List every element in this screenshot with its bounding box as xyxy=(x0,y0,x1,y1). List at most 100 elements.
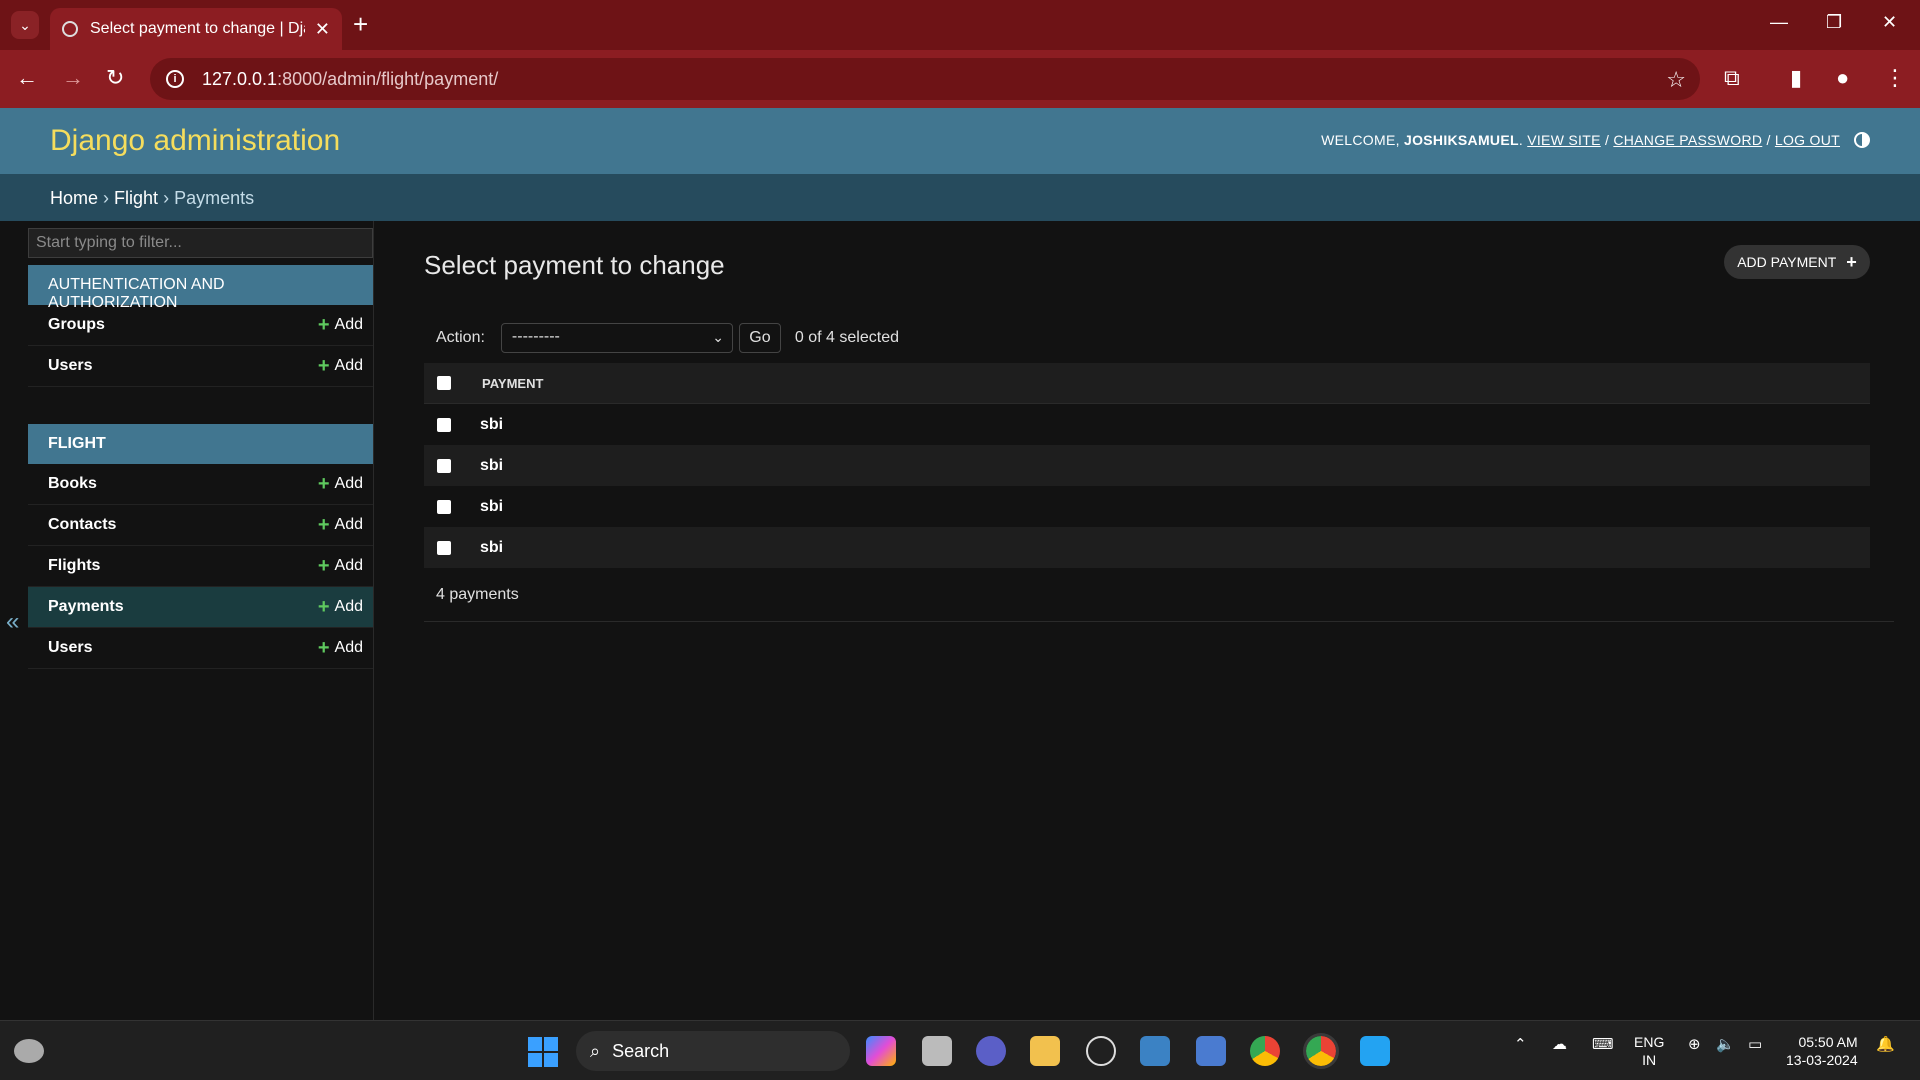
row-link[interactable]: sbi xyxy=(480,416,503,434)
add-link[interactable]: + Add xyxy=(318,597,363,617)
bookmark-star-icon[interactable]: ☆ xyxy=(1666,67,1686,93)
tab-search-button[interactable]: ⌄ xyxy=(11,11,39,39)
network-app-icon[interactable] xyxy=(1196,1036,1226,1066)
side-panel-icon[interactable]: ▮ xyxy=(1790,66,1802,90)
taskbar-search[interactable]: ⌕ Search xyxy=(576,1031,850,1071)
globe-icon xyxy=(62,21,78,37)
minimize-icon[interactable]: — xyxy=(1770,12,1788,33)
plus-icon: + xyxy=(317,314,330,336)
battery-icon[interactable]: ▭ xyxy=(1748,1035,1762,1053)
nav-sidebar: Start typing to filter... Authentication… xyxy=(0,221,374,1020)
profile-icon[interactable]: ● xyxy=(1836,66,1849,90)
sidebar-item-label[interactable]: Flights xyxy=(48,557,318,575)
sidebar-filter-input[interactable]: Start typing to filter... xyxy=(28,228,373,258)
tray-chevron-up-icon[interactable]: ⌃ xyxy=(1514,1035,1527,1053)
volume-icon[interactable]: 🔈 xyxy=(1716,1035,1735,1053)
forward-arrow-icon[interactable]: → xyxy=(62,66,84,90)
action-select[interactable]: --------- ⌄ xyxy=(500,323,733,353)
reload-icon[interactable]: ↻ xyxy=(106,66,124,90)
add-link[interactable]: + Add xyxy=(318,474,363,494)
sidebar-item-flight-users[interactable]: Users + Add xyxy=(28,628,373,669)
add-link[interactable]: + Add xyxy=(318,638,363,658)
row-link[interactable]: sbi xyxy=(480,457,503,475)
breadcrumb-app[interactable]: Flight xyxy=(114,188,158,208)
sidebar-item-books[interactable]: Books + Add xyxy=(28,464,373,505)
chevron-down-icon: ⌄ xyxy=(712,329,724,345)
browser-toolbar: ← → ↻ i 127.0.0.1:8000/admin/flight/paym… xyxy=(0,50,1920,108)
row-checkbox[interactable] xyxy=(437,458,451,473)
log-out-link[interactable]: LOG OUT xyxy=(1775,132,1840,148)
separator: / xyxy=(1604,132,1610,148)
row-checkbox[interactable] xyxy=(437,417,451,432)
keyboard-icon[interactable]: ⌨ xyxy=(1592,1035,1614,1053)
action-label: Action: xyxy=(436,329,485,346)
copilot-icon[interactable] xyxy=(866,1036,896,1066)
file-explorer-icon[interactable] xyxy=(1030,1036,1060,1066)
breadcrumb-home[interactable]: Home xyxy=(50,188,98,208)
dell-icon[interactable] xyxy=(1086,1036,1116,1066)
admin-header: Django administration WELCOME, JOSHIKSAM… xyxy=(0,108,1920,174)
restore-icon[interactable]: ❐ xyxy=(1826,12,1842,33)
windows-start-icon[interactable] xyxy=(528,1037,558,1067)
more-menu-icon[interactable]: ⋮ xyxy=(1884,66,1906,90)
input-language[interactable]: ENG IN xyxy=(1634,1033,1664,1069)
add-link[interactable]: + Add xyxy=(318,515,363,535)
weather-icon[interactable] xyxy=(14,1039,44,1063)
remote-desktop-icon[interactable] xyxy=(1140,1036,1170,1066)
row-checkbox[interactable] xyxy=(437,540,451,555)
add-link[interactable]: + Add xyxy=(317,314,363,336)
window-close-icon[interactable]: ✕ xyxy=(1882,12,1897,33)
notification-bell-icon[interactable]: 🔔 xyxy=(1876,1035,1895,1053)
vscode-icon[interactable] xyxy=(1360,1036,1390,1066)
row-link[interactable]: sbi xyxy=(480,498,503,516)
go-button[interactable]: Go xyxy=(738,323,781,353)
sidebar-item-payments[interactable]: Payments + Add xyxy=(28,587,373,628)
add-payment-button[interactable]: Add payment + xyxy=(1724,245,1870,279)
change-password-link[interactable]: CHANGE PASSWORD xyxy=(1613,132,1762,148)
row-checkbox[interactable] xyxy=(437,499,451,514)
add-link[interactable]: + Add xyxy=(318,356,363,376)
new-tab-button[interactable]: + xyxy=(353,10,368,38)
sidebar-item-label[interactable]: Books xyxy=(48,475,318,493)
sidebar-item-label[interactable]: Users xyxy=(48,639,318,657)
select-all-checkbox[interactable] xyxy=(437,376,451,390)
app-caption-flight[interactable]: Flight xyxy=(28,424,373,464)
column-header-payment[interactable]: Payment xyxy=(482,376,543,391)
windows-taskbar: ⌕ Search ⌃ ☁ ⌨ ENG IN ⊕ 🔈 ▭ 05:50 AM 13-… xyxy=(0,1020,1920,1080)
url-path: :8000/admin/flight/payment/ xyxy=(277,68,499,89)
site-info-icon[interactable]: i xyxy=(166,70,184,88)
app-caption-auth[interactable]: Authentication and Authorization xyxy=(28,265,373,311)
sidebar-item-users[interactable]: Users + Add xyxy=(28,346,373,387)
lang-line-1: ENG xyxy=(1634,1034,1665,1050)
browser-tab-active[interactable]: Select payment to change | Django site a… xyxy=(50,8,342,50)
selected-count: 0 of 4 selected xyxy=(794,329,899,346)
add-label: Add xyxy=(334,475,363,492)
table-row: sbi xyxy=(424,404,1870,445)
add-link[interactable]: + Add xyxy=(318,556,363,576)
site-branding[interactable]: Django administration xyxy=(50,124,340,158)
onedrive-icon[interactable]: ☁ xyxy=(1552,1035,1567,1053)
chrome-profile-icon[interactable] xyxy=(1303,1033,1339,1069)
taskbar-clock[interactable]: 05:50 AM 13-03-2024 xyxy=(1786,1033,1858,1069)
sidebar-item-label[interactable]: Contacts xyxy=(48,516,318,534)
sidebar-item-label[interactable]: Payments xyxy=(48,598,318,616)
back-arrow-icon[interactable]: ← xyxy=(16,66,38,90)
theme-toggle-icon[interactable] xyxy=(1854,132,1870,148)
row-link[interactable]: sbi xyxy=(480,539,503,557)
sidebar-item-contacts[interactable]: Contacts + Add xyxy=(28,505,373,546)
network-globe-icon[interactable]: ⊕ xyxy=(1688,1035,1701,1053)
view-site-link[interactable]: VIEW SITE xyxy=(1527,132,1601,148)
close-icon[interactable]: ✕ xyxy=(315,19,330,40)
teams-icon[interactable] xyxy=(976,1036,1006,1066)
sidebar-item-label[interactable]: Groups xyxy=(48,316,318,334)
sidebar-item-flights[interactable]: Flights + Add xyxy=(28,546,373,587)
sidebar-collapse-toggle[interactable]: « xyxy=(6,608,19,636)
task-view-icon[interactable] xyxy=(922,1036,952,1066)
address-bar[interactable]: i 127.0.0.1:8000/admin/flight/payment/ ☆ xyxy=(150,58,1700,100)
sidebar-item-label[interactable]: Users xyxy=(48,357,318,375)
extensions-icon[interactable]: ⧉ xyxy=(1724,66,1740,90)
user-tools: WELCOME, JOSHIKSAMUEL. VIEW SITE / CHANG… xyxy=(1321,132,1840,148)
chrome-icon[interactable] xyxy=(1250,1036,1280,1066)
breadcrumb-separator: › xyxy=(163,188,170,208)
add-label: Add xyxy=(334,557,363,574)
